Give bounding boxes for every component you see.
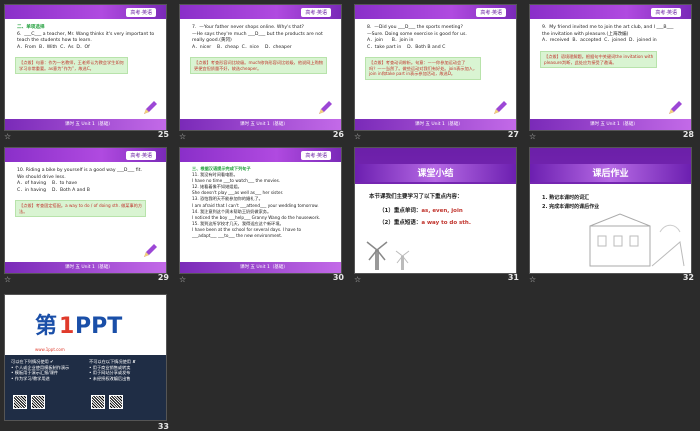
header-tag: 高考·英语 <box>126 8 156 17</box>
slide-header-bar: 高考·英语 <box>180 148 341 162</box>
slide-number: 31 <box>507 273 519 282</box>
slide-header-bar: 高考·英语 <box>180 5 341 19</box>
slide-footer-bar: 课时 五 Unit 1（基础） <box>180 262 341 273</box>
homework-list: 1. 熟记本课时的词汇 2. 完成本课时的课后作业 <box>542 195 600 210</box>
prohibited-usage: 不可以在以下情况使用 ✘ • 用于商业销售或转卖 • 用于网站分享或发布 • 未… <box>89 359 136 381</box>
slide-cell-29[interactable]: 高考·英语 10. Riding a bike by yourself is a… <box>0 143 175 286</box>
pencil-icon <box>494 101 507 114</box>
slide-number: 25 <box>157 130 169 139</box>
windmill-illustration <box>366 241 410 270</box>
svg-text:PPT: PPT <box>75 314 122 339</box>
slide-number: 26 <box>332 130 344 139</box>
slide-thumbnail[interactable]: 高考·英语 8. —Did you ___D___ the sports mee… <box>354 4 517 131</box>
qr-code-icon <box>13 395 27 409</box>
slide-star-icon: ☆ <box>354 132 362 141</box>
ppt-logo-url: www.1ppt.com <box>35 347 65 352</box>
slide-thumbnail[interactable]: 高考·英语 三、根据汉语提示完成下列句子 11. 我没有时间看电影。 I hav… <box>179 147 342 274</box>
license-band: 可以在下列情况使用 ✔ • 个人或企业使用模板制作演示 • 模板用于演示汇报/课… <box>5 355 166 420</box>
slide-number: 32 <box>682 273 694 282</box>
slide-number: 27 <box>507 130 519 139</box>
explanation-note: 【点拨】考查动词辨析。句意：——你参加运动会了 吗？——当然了。做些运动对我们有… <box>365 57 482 80</box>
slide-sorter-grid: 高考·英语 二、单项选择 6. ___C___ a teacher, Mr. W… <box>0 0 700 431</box>
summary-point-phrases: （2）重点短语：a way to do sth. <box>379 220 471 226</box>
summary-heading: 本节课我们主要学习了以下重点内容： <box>369 194 463 200</box>
slide-thumbnail[interactable]: 高考·英语 二、单项选择 6. ___C___ a teacher, Mr. W… <box>4 4 167 131</box>
pencil-icon <box>144 244 157 257</box>
explanation-note: 【点拨】语境理解题。根据句中关键词the invitation with ple… <box>540 51 658 69</box>
header-tag: 高考·英语 <box>301 8 331 17</box>
slide-thumbnail[interactable]: 高考·英语 7. —Your father never shops online… <box>179 4 342 131</box>
slide-star-icon: ☆ <box>179 132 187 141</box>
slide-number: 29 <box>157 273 169 282</box>
translation-exercise: 三、根据汉语提示完成下列句子 11. 我没有时间看电影。 I have no t… <box>192 166 321 239</box>
slide-cell-31[interactable]: 课堂小结 本节课我们主要学习了以下重点内容： （1）重点单词：as, even,… <box>350 143 525 286</box>
slide-thumbnail[interactable]: 课后作业 1. 熟记本课时的词汇 2. 完成本课时的课后作业 <box>529 147 692 274</box>
question-text: 7. —Your father never shops online. Why'… <box>192 25 323 50</box>
allowed-usage: 可以在下列情况使用 ✔ • 个人或企业使用模板制作演示 • 模板用于演示汇报/课… <box>11 359 70 381</box>
header-tag: 高考·英语 <box>651 8 681 17</box>
slide-title: 课堂小结 <box>417 169 454 179</box>
slide-footer-bar: 课时 五 Unit 1（基础） <box>5 119 166 130</box>
slide-cell-30[interactable]: 高考·英语 三、根据汉语提示完成下列句子 11. 我没有时间看电影。 I hav… <box>175 143 350 286</box>
slide-footer-bar: 课时 五 Unit 1（基础） <box>355 119 516 130</box>
svg-text:第: 第 <box>35 313 57 339</box>
slide-thumbnail[interactable]: 课堂小结 本节课我们主要学习了以下重点内容： （1）重点单词：as, even,… <box>354 147 517 274</box>
question-text: 10. Riding a bike by yourself is a good … <box>17 168 142 193</box>
slide-cell-26[interactable]: 高考·英语 7. —Your father never shops online… <box>175 0 350 143</box>
slide-header-bar: 高考·英语 <box>5 148 166 162</box>
qr-code-icon <box>31 395 45 409</box>
pencil-icon <box>144 101 157 114</box>
slide-thumbnail[interactable]: 高考·英语 10. Riding a bike by yourself is a… <box>4 147 167 274</box>
explanation-note: 【点拨】考查固定搭配。a way to do / of doing sth. 做… <box>15 200 147 218</box>
building-sketch-illustration <box>589 213 685 267</box>
slide-title: 课后作业 <box>592 169 629 179</box>
pencil-icon <box>319 101 332 114</box>
qr-code-icon <box>91 395 105 409</box>
slide-header-bar: 高考·英语 <box>5 5 166 19</box>
header-tag: 高考·英语 <box>476 8 506 17</box>
slide-thumbnail[interactable]: 第 1 PPT www.1ppt.com 可以在下列情况使用 ✔ • 个人或企业… <box>4 294 167 421</box>
slide-star-icon: ☆ <box>529 132 537 141</box>
summary-point-words: （1）重点单词：as, even, join <box>379 208 463 214</box>
question-text: 二、单项选择 6. ___C___ a teacher, Mr. Wang th… <box>17 25 155 50</box>
slide-header-bar: 高考·英语 <box>530 5 691 19</box>
slide-star-icon: ☆ <box>4 132 12 141</box>
question-text: 8. —Did you ___D___ the sports meeting? … <box>367 25 467 50</box>
slide-number: 33 <box>157 422 169 431</box>
explanation-note: 【点拨】句意：作为一名教师，王老师认为教会学生如何 学习非常重要。as意为“作为… <box>15 57 128 75</box>
header-tag: 高考·英语 <box>126 151 156 160</box>
explanation-note: 【点拨】考查形容词比较级。much修饰形容词比较级，他说网上购物 更便宜但质量不… <box>190 57 327 75</box>
slide-star-icon: ☆ <box>4 275 12 284</box>
qr-code-icon <box>109 395 123 409</box>
svg-text:1: 1 <box>59 314 74 339</box>
slide-cell-32[interactable]: 课后作业 1. 熟记本课时的词汇 2. 完成本课时的课后作业 ☆ 32 <box>525 143 700 286</box>
slide-footer-bar: 课时 五 Unit 1（基础） <box>180 119 341 130</box>
slide-footer-bar: 课时 五 Unit 1（基础） <box>5 262 166 273</box>
slide-thumbnail[interactable]: 高考·英语 9. My friend invited me to join th… <box>529 4 692 131</box>
slide-star-icon: ☆ <box>529 275 537 284</box>
ppt-logo-mark: 第 1 PPT <box>35 313 122 339</box>
slide-number: 28 <box>682 130 694 139</box>
slide-cell-27[interactable]: 高考·英语 8. —Did you ___D___ the sports mee… <box>350 0 525 143</box>
slide-header-bar: 高考·英语 <box>355 5 516 19</box>
ppt-logo: 第 1 PPT www.1ppt.com <box>35 309 135 352</box>
slide-cell-33[interactable]: 第 1 PPT www.1ppt.com 可以在下列情况使用 ✔ • 个人或企业… <box>0 286 175 431</box>
question-text: 9. My friend invited me to join the art … <box>542 25 674 44</box>
slide-cell-28[interactable]: 高考·英语 9. My friend invited me to join th… <box>525 0 700 143</box>
slide-star-icon: ☆ <box>354 275 362 284</box>
slide-number: 30 <box>332 273 344 282</box>
content-area: 本节课我们主要学习了以下重点内容： （1）重点单词：as, even, join… <box>355 184 516 273</box>
slide-cell-25[interactable]: 高考·英语 二、单项选择 6. ___C___ a teacher, Mr. W… <box>0 0 175 143</box>
header-tag: 高考·英语 <box>301 151 331 160</box>
slide-star-icon: ☆ <box>179 275 187 284</box>
content-area: 1. 熟记本课时的词汇 2. 完成本课时的课后作业 <box>530 184 691 273</box>
pencil-icon <box>669 101 682 114</box>
slide-footer-bar: 课时 五 Unit 1（基础） <box>530 119 691 130</box>
